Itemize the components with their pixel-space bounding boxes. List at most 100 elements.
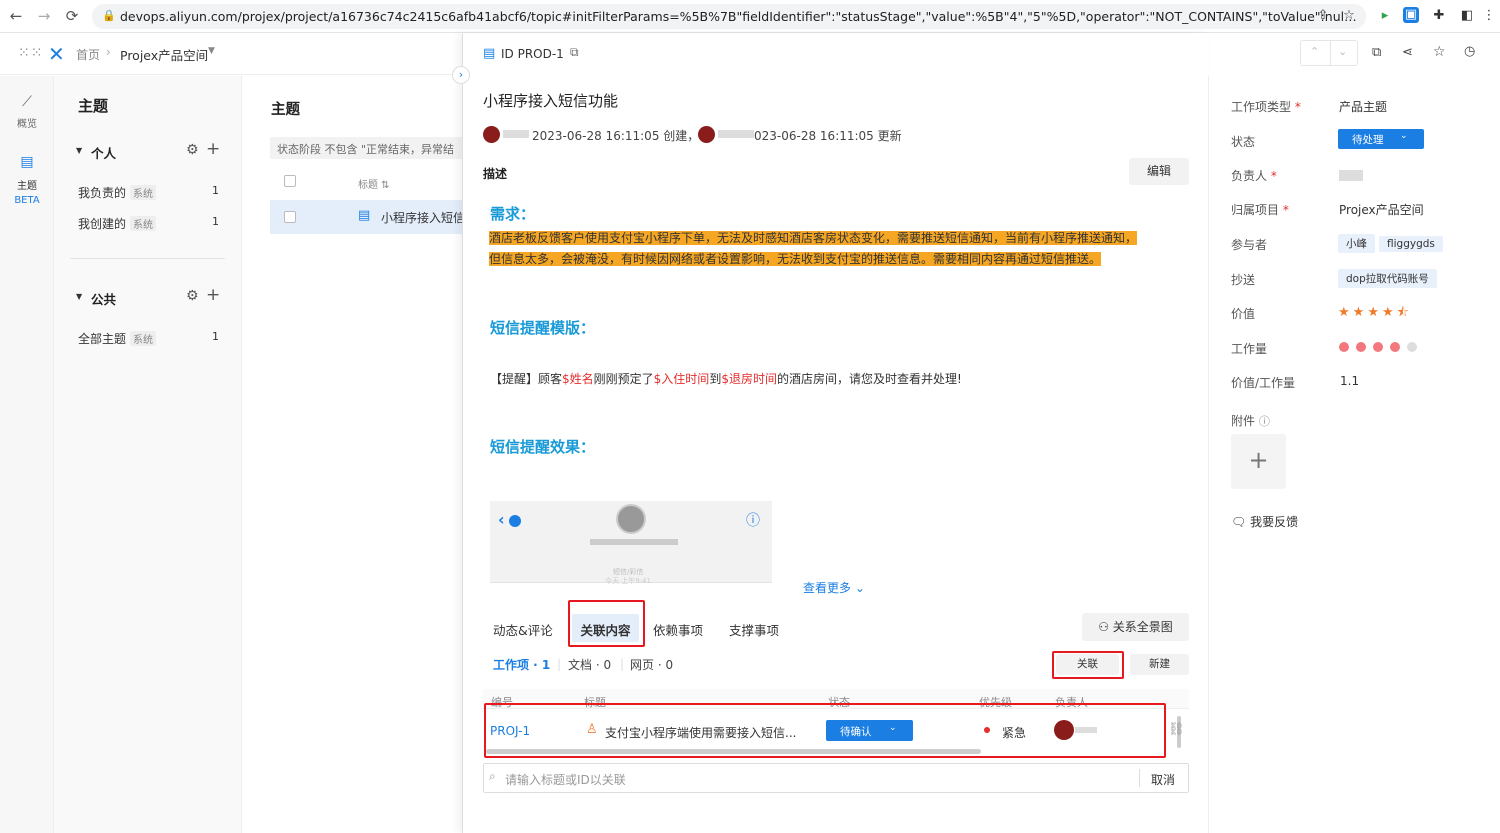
tab-support[interactable]: 支撑事项 bbox=[729, 620, 779, 639]
project-value[interactable]: Projex产品空间 bbox=[1339, 201, 1424, 218]
effort-dot[interactable] bbox=[1407, 342, 1417, 352]
tab-dependency[interactable]: 依赖事项 bbox=[653, 620, 703, 639]
meta-updated: 023-06-28 16:11:05 更新 bbox=[754, 129, 902, 143]
feedback-link[interactable]: 🗨 我要反馈 bbox=[1231, 513, 1298, 530]
star-icon[interactable]: ★ bbox=[1353, 305, 1368, 320]
creator-name-blur bbox=[503, 130, 529, 138]
overview-icon[interactable]: ⟋ bbox=[0, 94, 54, 110]
collapse-panel-icon[interactable]: › bbox=[452, 66, 470, 84]
extension-leaf-icon[interactable]: ▸ bbox=[1376, 7, 1394, 25]
system-tag: 系统 bbox=[130, 331, 157, 346]
col-title[interactable]: 标题 ⇅ bbox=[358, 176, 390, 191]
back-icon[interactable]: ← bbox=[6, 6, 26, 26]
cancel-button[interactable]: 取消 bbox=[1151, 771, 1175, 788]
owner-label-text: 负责人 bbox=[1231, 169, 1268, 183]
unread-badge bbox=[509, 515, 521, 527]
sidebar-item-all[interactable]: 全部主题 系统 1 bbox=[78, 330, 228, 347]
table-row[interactable]: ▤ 小程序接入短信 bbox=[270, 200, 470, 234]
subtab-docs[interactable]: 文档 · 0 bbox=[568, 656, 611, 673]
settings-icon[interactable]: ⚙ bbox=[186, 142, 199, 158]
sidebar-item-created[interactable]: 我创建的 系统 1 bbox=[78, 215, 228, 232]
effort-rating[interactable] bbox=[1339, 341, 1424, 355]
subtab-workitems[interactable]: 工作项 · 1 bbox=[493, 656, 550, 673]
unlink-icon[interactable]: ⛓ bbox=[1168, 722, 1185, 737]
collapse-icon[interactable]: ▼ bbox=[76, 292, 82, 301]
add-attachment-button[interactable]: + bbox=[1231, 434, 1286, 489]
tab-activity[interactable]: 动态&评论 bbox=[493, 620, 553, 639]
divider: | bbox=[620, 657, 625, 671]
cc-list[interactable]: dop拉取代码账号 bbox=[1338, 269, 1441, 288]
link-button[interactable]: 关联 bbox=[1056, 654, 1119, 675]
item-title[interactable]: 小程序接入短信功能 bbox=[483, 90, 618, 111]
forward-icon[interactable]: → bbox=[34, 6, 54, 26]
status-select[interactable]: 待处理 ⌄ bbox=[1338, 129, 1424, 149]
extension-icon[interactable]: ▣ bbox=[1403, 7, 1419, 23]
logo-icon[interactable]: ✕ bbox=[48, 42, 65, 66]
search-icon: ⌕ bbox=[489, 769, 496, 783]
owner-value-blur[interactable] bbox=[1339, 170, 1363, 181]
more-icon[interactable]: ⋮ bbox=[1480, 7, 1498, 25]
puzzle-icon[interactable]: ✚ bbox=[1430, 7, 1448, 25]
effort-dot[interactable] bbox=[1390, 342, 1400, 352]
sidepanel-icon[interactable]: ◧ bbox=[1458, 7, 1476, 25]
reload-icon[interactable]: ⟳ bbox=[62, 6, 82, 26]
star-icon[interactable]: ★ bbox=[1367, 305, 1382, 320]
add-icon[interactable]: + bbox=[206, 285, 220, 305]
breadcrumb-home[interactable]: 首页 bbox=[76, 46, 100, 63]
star-icon[interactable]: ⯪ bbox=[1397, 305, 1412, 320]
chevron-up-icon[interactable]: ⌃ bbox=[1310, 45, 1319, 58]
settings-icon[interactable]: ⚙ bbox=[186, 288, 199, 304]
topic-icon[interactable]: ▤ bbox=[0, 154, 54, 170]
type-value[interactable]: 产品主题 bbox=[1339, 98, 1387, 115]
filter-bar[interactable]: 状态阶段 不包含 "正常结束，异常结 bbox=[270, 137, 470, 159]
heading-effect: 短信提醒效果： bbox=[490, 438, 596, 456]
copy-icon[interactable]: ⧉ bbox=[570, 45, 579, 60]
bookmark-star-icon[interactable]: ☆ bbox=[1340, 7, 1358, 25]
effort-dot[interactable] bbox=[1356, 342, 1366, 352]
star-icon[interactable]: ★ bbox=[1338, 305, 1353, 320]
group-public[interactable]: 公共 bbox=[91, 289, 116, 308]
star-icon[interactable]: ☆ bbox=[1433, 44, 1446, 60]
system-tag: 系统 bbox=[130, 216, 157, 231]
chevron-down-icon[interactable]: ⌄ bbox=[1338, 45, 1347, 58]
participants-list[interactable]: 小峰 fliggygds bbox=[1338, 234, 1447, 253]
feedback-icon: 🗨 bbox=[1231, 515, 1247, 529]
participant-chip[interactable]: fliggygds bbox=[1379, 236, 1443, 252]
window-icon[interactable]: ⧉ bbox=[1372, 45, 1381, 60]
breadcrumb-project[interactable]: Projex产品空间 bbox=[120, 45, 208, 64]
history-icon[interactable]: ◷ bbox=[1464, 44, 1475, 59]
doc-icon: ▤ bbox=[358, 208, 371, 223]
caret-down-icon[interactable]: ▼ bbox=[208, 46, 215, 56]
tpl-var-checkout: $退房时间 bbox=[721, 372, 777, 386]
value-rating[interactable]: ★★★★⯪ bbox=[1338, 303, 1412, 325]
collapse-icon[interactable]: ▼ bbox=[76, 146, 82, 155]
row-checkbox[interactable] bbox=[284, 211, 296, 223]
effort-dot[interactable] bbox=[1373, 342, 1383, 352]
sidebar-item-mine[interactable]: 我负责的 系统 1 bbox=[78, 184, 228, 201]
subtab-pages[interactable]: 网页 · 0 bbox=[630, 656, 673, 673]
star-icon[interactable]: ★ bbox=[1382, 305, 1397, 320]
address-bar[interactable]: 🔒 devops.aliyun.com/projex/project/a1673… bbox=[92, 4, 1366, 29]
apps-grid-icon[interactable]: ⁙⁙ bbox=[18, 45, 43, 61]
group-personal[interactable]: 个人 bbox=[91, 143, 116, 162]
rail-topic[interactable]: 主题 bbox=[0, 177, 54, 192]
share-icon[interactable]: ⋖ bbox=[1402, 45, 1413, 60]
rail-overview[interactable]: 概览 bbox=[0, 115, 54, 130]
link-search-box[interactable]: ⌕ 请输入标题或ID以关联 取消 bbox=[483, 763, 1189, 793]
contact-avatar bbox=[616, 504, 646, 534]
graph-button[interactable]: ⚇ 关系全景图 bbox=[1082, 613, 1189, 641]
more-link[interactable]: 查看更多 ⌄ bbox=[803, 579, 865, 596]
effort-dot[interactable] bbox=[1339, 342, 1349, 352]
edit-button[interactable]: 编辑 bbox=[1129, 158, 1189, 185]
type-label: 工作项类型 * bbox=[1231, 100, 1301, 114]
add-icon[interactable]: + bbox=[206, 139, 220, 159]
participant-chip[interactable]: 小峰 bbox=[1338, 234, 1375, 253]
cc-chip[interactable]: dop拉取代码账号 bbox=[1338, 269, 1437, 288]
help-icon: ⓘ bbox=[1258, 415, 1270, 428]
select-all-checkbox[interactable] bbox=[284, 175, 296, 187]
search-input[interactable]: 请输入标题或ID以关联 bbox=[505, 771, 626, 788]
tab-related[interactable]: 关联内容 bbox=[572, 614, 639, 642]
new-button[interactable]: 新建 bbox=[1130, 654, 1189, 675]
attach-label: 附件 ⓘ bbox=[1231, 412, 1270, 429]
share-icon[interactable]: ⇧ bbox=[1314, 7, 1332, 25]
